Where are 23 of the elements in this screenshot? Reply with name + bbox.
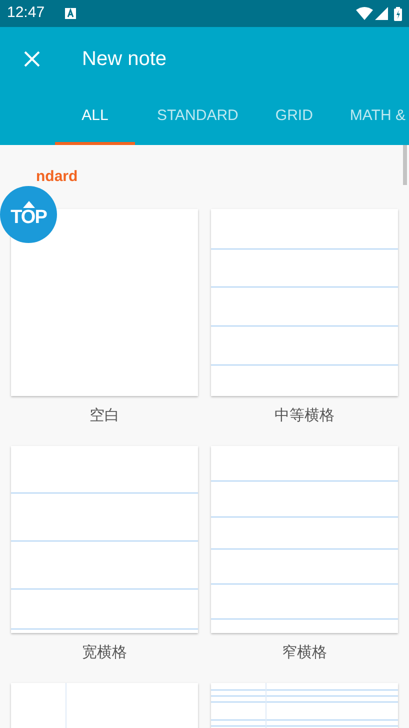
paper-template-card[interactable] [11, 446, 198, 633]
wifi-icon [356, 7, 373, 20]
close-icon [24, 51, 40, 67]
notification-icon [64, 8, 76, 19]
scroll-to-top-button[interactable]: TOP [0, 186, 57, 243]
paper-template-card[interactable] [211, 446, 398, 633]
signal-icon [375, 7, 388, 20]
paper-template-card[interactable] [11, 209, 198, 396]
tab[interactable]: ALL [55, 91, 135, 145]
template-name: 空白 [90, 406, 120, 426]
template-name: 中等横格 [274, 406, 334, 426]
template-name: 宽横格 [82, 643, 127, 663]
scrollbar[interactable] [403, 145, 407, 185]
section-heading: ndard [36, 169, 79, 185]
battery-icon [394, 6, 402, 20]
status-time: 12:47 [7, 3, 45, 24]
up-arrow-icon [22, 201, 34, 208]
tab[interactable]: STANDARD [142, 91, 254, 145]
template-name: 窄横格 [282, 643, 327, 663]
tab[interactable]: GRID [260, 91, 328, 145]
tab[interactable]: MATH & [334, 91, 409, 145]
app-bar-title: New note [82, 47, 166, 72]
paper-template-card[interactable] [211, 209, 398, 396]
